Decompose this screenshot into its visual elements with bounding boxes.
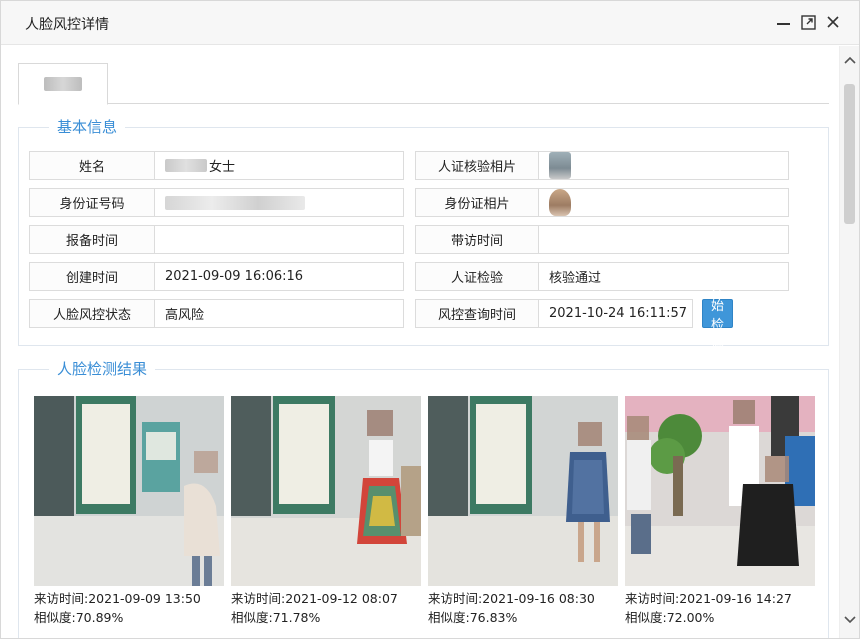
verify-photo-thumbnail[interactable] [549,152,571,179]
detection-photo[interactable] [625,396,815,586]
chevron-up-icon[interactable] [844,56,856,64]
start-detection-button[interactable]: 开始检测 [702,280,734,352]
chevron-down-icon[interactable] [844,616,856,624]
photo-visit-time: 来访时间:2021-09-09 13:50 [34,591,201,606]
field-value-verify-photo [538,151,789,180]
field-value-id-check: 核验通过 [538,262,789,291]
field-value-name: 女士 [154,151,404,180]
window-title: 人脸风控详情 [25,17,109,33]
field-value-query-time: 2021-10-24 16:11:57 [538,299,693,328]
field-label: 风控查询时间 [415,299,539,328]
detection-photo-card[interactable]: 来访时间:2021-09-09 13:50 相似度:70.89% [34,396,224,627]
scrollbar-thumb[interactable] [844,84,855,224]
detection-photo-card[interactable]: 来访时间:2021-09-16 08:30 相似度:76.83% [428,396,618,627]
id-photo-thumbnail[interactable] [549,189,571,216]
detection-photo[interactable] [231,396,421,586]
detection-photo-card[interactable]: 来访时间:2021-09-16 14:27 相似度:72.00% [625,396,815,627]
photo-visit-time: 来访时间:2021-09-16 08:30 [428,591,595,606]
field-value-id-number [154,188,404,217]
minimize-icon [776,22,790,25]
minimize-button[interactable] [773,12,793,32]
tab-label-redacted [44,77,82,91]
vertical-scrollbar[interactable] [839,46,859,638]
field-label: 报备时间 [29,225,155,254]
maximize-icon [800,14,816,30]
name-suffix: 女士 [209,160,236,175]
detection-photo[interactable] [34,396,224,586]
tab-visitor[interactable] [18,63,108,105]
field-label: 身份证相片 [415,188,539,217]
photo-visit-time: 来访时间:2021-09-16 14:27 [625,591,792,606]
field-label: 带访时间 [415,225,539,254]
name-redacted [165,159,207,172]
detection-photo[interactable] [428,396,618,586]
tab-bar [18,63,829,105]
field-label: 身份证号码 [29,188,155,217]
field-value-id-photo [538,188,789,217]
maximize-button[interactable] [798,12,818,32]
photo-similarity: 相似度:71.78% [231,610,321,625]
detection-legend: 人脸检测结果 [49,358,156,379]
field-label: 人证核验相片 [415,151,539,180]
title-bar: 人脸风控详情 [1,1,859,45]
field-label: 姓名 [29,151,155,180]
dialog-content[interactable]: 基本信息 姓名 女士 人证核验相片 身份证号码 身份证相片 报备时间 带访时间 … [1,46,839,638]
field-label: 创建时间 [29,262,155,291]
photo-similarity: 相似度:72.00% [625,610,715,625]
photo-similarity: 相似度:76.83% [428,610,518,625]
detection-photo-card[interactable]: 来访时间:2021-09-12 08:07 相似度:71.78% [231,396,421,627]
field-label: 人脸风控状态 [29,299,155,328]
field-label: 人证检验 [415,262,539,291]
field-value-risk-status: 高风险 [154,299,404,328]
detection-photo-list: 来访时间:2021-09-09 13:50 相似度:70.89% 来访时间:20… [34,396,824,638]
lobby-scene-image [428,396,618,586]
dialog-window: 人脸风控详情 基本信息 姓名 女士 人证核验相片 身份证号码 身份证相片 报备时… [0,0,860,639]
lobby-scene-image [34,396,224,586]
field-value-create-time: 2021-09-09 16:06:16 [154,262,404,291]
basic-info-legend: 基本信息 [49,116,126,137]
field-value-visit-time [538,225,789,254]
lobby-scene-image [231,396,421,586]
field-value-report-time [154,225,404,254]
close-button[interactable] [823,12,843,32]
crowd-scene-image [625,396,815,586]
photo-similarity: 相似度:70.89% [34,610,124,625]
photo-visit-time: 来访时间:2021-09-12 08:07 [231,591,398,606]
id-number-redacted [165,195,305,210]
close-icon [827,16,839,28]
